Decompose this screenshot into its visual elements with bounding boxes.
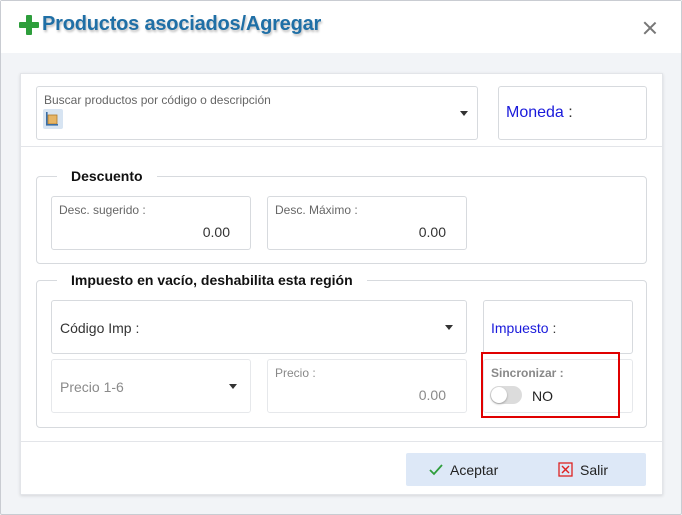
- title-wrap: Productos asociados/Agregar: [19, 13, 321, 36]
- accept-button[interactable]: Aceptar: [428, 453, 498, 486]
- precio-select-label: Precio 1-6: [60, 379, 124, 395]
- impuesto-legend: Impuesto en vacío, deshabilita esta regi…: [57, 272, 367, 288]
- desc-maximo-field[interactable]: Desc. Máximo : 0.00: [267, 196, 467, 250]
- close-box-icon: [558, 462, 573, 477]
- codigo-imp-label: Código Imp :: [60, 320, 140, 336]
- exit-label: Salir: [580, 461, 609, 478]
- divider: [21, 441, 662, 442]
- dialog: Productos asociados/Agregar Buscar produ…: [0, 0, 682, 515]
- precio-select[interactable]: Precio 1-6: [51, 359, 251, 413]
- desc-sugerido-field[interactable]: Desc. sugerido : 0.00: [51, 196, 251, 250]
- highlight-box: [481, 352, 620, 418]
- desc-sugerido-value: 0.00: [202, 224, 230, 240]
- accept-label: Aceptar: [450, 461, 499, 478]
- product-search-placeholder: Buscar productos por código o descripció…: [44, 93, 271, 107]
- check-icon: [429, 463, 443, 475]
- divider: [21, 146, 662, 147]
- descuento-fieldset: Descuento Desc. sugerido : 0.00 Desc. Má…: [36, 168, 647, 264]
- impuesto-label: Impuesto :: [491, 320, 557, 336]
- close-icon[interactable]: [641, 19, 659, 37]
- dialog-header: Productos asociados/Agregar: [1, 1, 681, 53]
- impuesto-field: Impuesto :: [483, 300, 633, 354]
- codigo-imp-select[interactable]: Código Imp :: [51, 300, 467, 354]
- chevron-down-icon[interactable]: [229, 384, 237, 389]
- form-panel: Buscar productos por código o descripció…: [20, 73, 663, 495]
- dialog-title: Productos asociados/Agregar: [42, 13, 322, 35]
- footer-actions: Aceptar Salir: [406, 453, 646, 486]
- box-icon: [43, 109, 63, 129]
- chevron-down-icon[interactable]: [460, 111, 468, 116]
- precio-field[interactable]: Precio : 0.00: [267, 359, 467, 413]
- plus-icon: [19, 14, 39, 35]
- exit-button[interactable]: Salir: [558, 453, 608, 486]
- desc-sugerido-label: Desc. sugerido :: [59, 203, 146, 217]
- descuento-legend: Descuento: [57, 168, 157, 184]
- precio-value: 0.00: [418, 387, 446, 403]
- precio-label: Precio :: [275, 366, 316, 380]
- chevron-down-icon[interactable]: [445, 325, 453, 330]
- product-search-select[interactable]: Buscar productos por código o descripció…: [36, 86, 478, 140]
- moneda-label: Moneda :: [506, 104, 573, 121]
- moneda-field: Moneda :: [498, 86, 647, 140]
- desc-maximo-value: 0.00: [418, 224, 446, 240]
- desc-maximo-label: Desc. Máximo :: [275, 203, 358, 217]
